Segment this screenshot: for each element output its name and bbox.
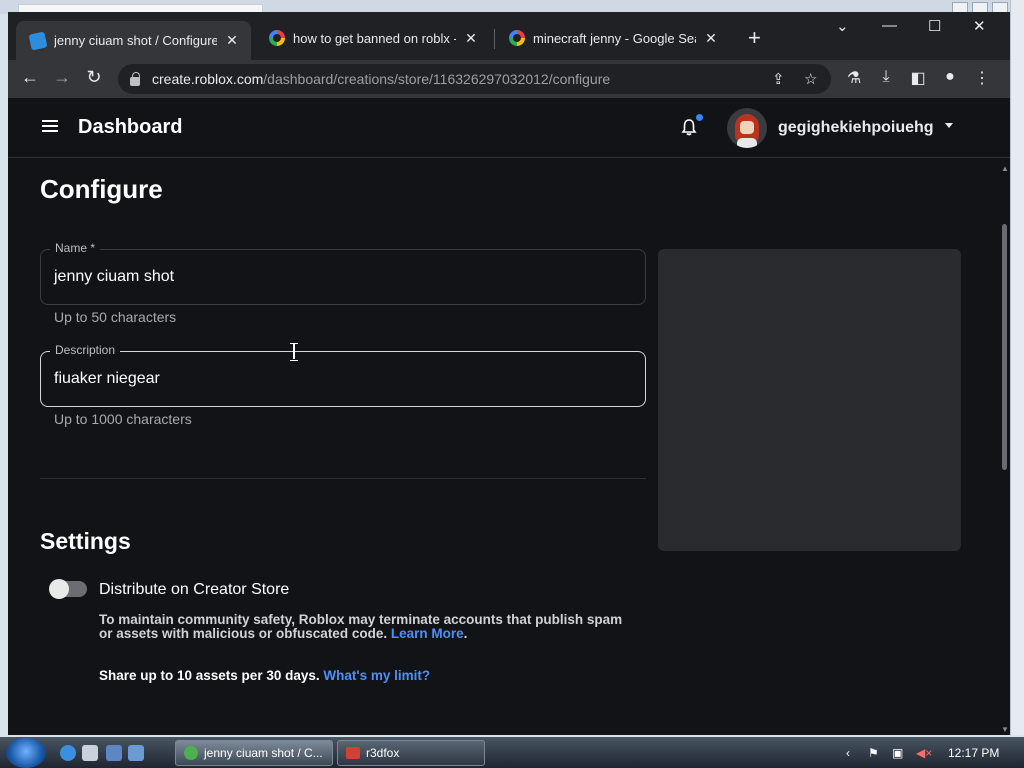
taskbar-button-r3dfox[interactable]: r3dfox: [337, 740, 485, 766]
name-field-label: Name *: [50, 241, 101, 255]
start-button[interactable]: [6, 738, 46, 768]
username[interactable]: gegighekiehpoiuehg: [778, 119, 934, 137]
scrollbar-thumb[interactable]: [1002, 224, 1007, 470]
minimize-button[interactable]: —: [882, 17, 897, 34]
reload-button[interactable]: ↻: [83, 67, 105, 88]
scroll-up-icon[interactable]: ▲: [1001, 164, 1009, 173]
close-tab-icon[interactable]: ✕: [704, 30, 718, 47]
maximize-button[interactable]: ☐: [928, 17, 941, 35]
labs-icon[interactable]: ⚗: [844, 68, 864, 88]
tab-google-search-2[interactable]: minecraft jenny - Google Search ✕: [495, 21, 730, 55]
distribute-toggle[interactable]: [49, 579, 87, 599]
chevron-left-icon[interactable]: ‹: [846, 746, 850, 760]
show-desktop-icon[interactable]: [106, 745, 122, 761]
name-helper-text: Up to 50 characters: [54, 309, 177, 325]
text-cursor-icon: [290, 343, 298, 361]
avatar[interactable]: [727, 108, 767, 148]
flag-icon[interactable]: ⚑: [868, 746, 879, 760]
star-icon[interactable]: ☆: [804, 70, 817, 88]
tab-google-search-1[interactable]: how to get banned on roblx - G ✕: [255, 21, 490, 55]
close-window-button[interactable]: ✕: [973, 17, 986, 35]
browser-window: jenny ciuam shot / Configure ✕ how to ge…: [8, 12, 1010, 735]
side-panel-icon[interactable]: ◧: [908, 68, 928, 88]
notification-bell-icon[interactable]: [681, 118, 697, 136]
description-field[interactable]: Description fiuaker niegear: [40, 343, 646, 407]
close-tab-icon[interactable]: ✕: [225, 32, 239, 49]
roblox-favicon-icon: [28, 31, 48, 50]
settings-heading: Settings: [40, 528, 131, 554]
description-helper-text: Up to 1000 characters: [54, 411, 192, 427]
taskbar-button-browser[interactable]: jenny ciuam shot / C...: [175, 740, 333, 766]
back-button[interactable]: ←: [19, 67, 41, 88]
name-field-value[interactable]: jenny ciuam shot: [54, 268, 174, 286]
cube-icon[interactable]: [82, 745, 98, 761]
notice-text: To maintain community safety, Roblox may…: [99, 612, 623, 641]
page-title: Configure: [40, 174, 163, 204]
volume-muted-icon[interactable]: ◀×: [916, 746, 932, 760]
address-bar[interactable]: create.roblox.com/dashboard/creations/st…: [118, 64, 831, 94]
tab-title: how to get banned on roblx - G: [293, 30, 456, 46]
taskbar-button-label: jenny ciuam shot / C...: [204, 746, 323, 760]
whats-my-limit-link[interactable]: What's my limit?: [323, 668, 430, 683]
description-field-value[interactable]: fiuaker niegear: [54, 370, 160, 388]
tab-title: minecraft jenny - Google Search: [533, 30, 696, 46]
tab-search-icon[interactable]: ⌄: [836, 17, 849, 35]
close-tab-icon[interactable]: ✕: [464, 30, 478, 47]
tab-title: jenny ciuam shot / Configure: [54, 33, 217, 48]
clock[interactable]: 12:17 PM: [948, 746, 999, 760]
safety-notice: To maintain community safety, Roblox may…: [99, 613, 639, 641]
internet-explorer-icon[interactable]: [60, 745, 76, 761]
new-tab-button[interactable]: +: [748, 27, 761, 49]
hamburger-menu-icon[interactable]: [42, 120, 58, 132]
url-host: create.roblox.com: [152, 71, 264, 87]
scroll-down-icon[interactable]: ▼: [1001, 725, 1009, 734]
description-field-label: Description: [50, 343, 121, 357]
toggle-knob[interactable]: [49, 579, 69, 599]
network-icon[interactable]: ▣: [892, 746, 903, 760]
taskbar-button-label: r3dfox: [366, 746, 400, 760]
download-icon[interactable]: ⤓: [876, 68, 896, 86]
background-window-edge: [1010, 0, 1024, 735]
name-field[interactable]: Name * jenny ciuam shot: [40, 241, 646, 305]
section-divider: [40, 478, 646, 479]
profile-icon[interactable]: ●: [940, 68, 960, 86]
tab-configure[interactable]: jenny ciuam shot / Configure ✕: [16, 21, 251, 60]
share-icon[interactable]: ⇪: [772, 70, 785, 88]
page-content: Dashboard gegighekiehpoiuehg Configure N…: [8, 98, 1010, 735]
browser-toolbar: ← → ↻ create.roblox.com/dashboard/creati…: [8, 60, 1010, 98]
learn-more-link[interactable]: Learn More: [391, 626, 464, 641]
url-path: /dashboard/creations/store/1163262970320…: [263, 71, 611, 87]
distribute-label: Distribute on Creator Store: [99, 581, 290, 598]
forward-button[interactable]: →: [51, 67, 73, 88]
switch-windows-icon[interactable]: [128, 745, 144, 761]
share-text: Share up to 10 assets per 30 days.: [99, 668, 320, 683]
dashboard-title[interactable]: Dashboard: [78, 116, 182, 139]
notice-period: .: [463, 626, 468, 641]
tab-strip: jenny ciuam shot / Configure ✕ how to ge…: [8, 12, 1010, 60]
dashboard-topbar: Dashboard gegighekiehpoiuehg: [8, 98, 1010, 158]
page-scrollbar[interactable]: ▲ ▼: [1001, 164, 1009, 734]
google-favicon-icon: [269, 30, 285, 46]
menu-icon[interactable]: ⋮: [972, 68, 992, 88]
google-favicon-icon: [509, 30, 525, 46]
asset-preview: [658, 249, 961, 551]
r3dfox-app-icon: [346, 747, 360, 759]
lock-icon[interactable]: [130, 71, 140, 86]
chevron-down-icon[interactable]: [945, 123, 953, 128]
share-limit-text: Share up to 10 assets per 30 days. What'…: [99, 668, 430, 683]
taskbar: jenny ciuam shot / C... r3dfox ‹ ⚑ ▣ ◀× …: [0, 737, 1024, 768]
browser-app-icon: [184, 746, 198, 760]
notification-dot: [696, 114, 703, 121]
